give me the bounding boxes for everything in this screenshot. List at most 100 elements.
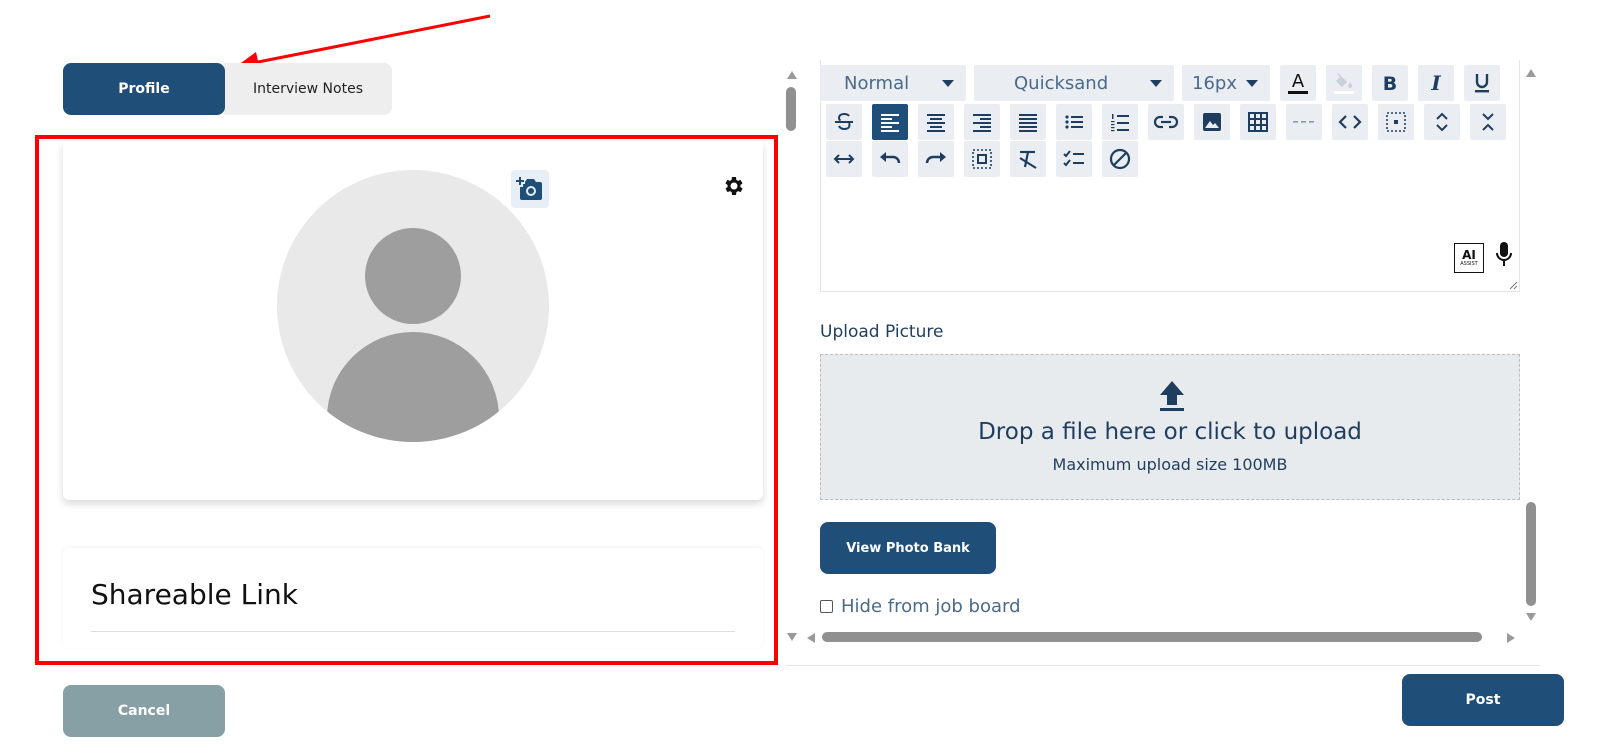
undo-button[interactable] [872,141,908,177]
code-view-button[interactable] [1332,104,1368,140]
cancel-button[interactable]: Cancel [63,685,225,737]
tab-profile-label: Profile [118,81,170,97]
bullet-list-icon [1065,115,1083,129]
align-left-icon [881,114,899,132]
text-color-button[interactable]: A [1280,65,1316,101]
paragraph-style-value: Normal [844,72,910,94]
paint-bucket-icon [1334,73,1354,94]
bold-icon: B [1383,73,1397,93]
redo-button[interactable] [918,141,954,177]
upload-icon [1160,381,1184,411]
scroll-down-arrow-right[interactable] [1525,612,1537,622]
select-all-icon [1386,112,1406,132]
upload-picture-label: Upload Picture [820,322,944,342]
horizontal-rule-icon [1293,121,1314,123]
svg-text:A: A [1292,71,1305,92]
strikethrough-icon [835,112,853,131]
numbered-list-icon [1111,114,1129,132]
ai-assist-sublabel: ASSIST [1460,260,1478,267]
scroll-left-arrow[interactable] [806,632,816,644]
tab-interview-notes[interactable]: Interview Notes [224,63,392,115]
tab-profile[interactable]: Profile [63,63,225,115]
footer-divider [786,665,1540,666]
view-photo-bank-button[interactable]: View Photo Bank [820,522,996,574]
font-family-select[interactable]: Quicksand [974,65,1174,101]
paragraph-style-select[interactable]: Normal [820,65,966,101]
bold-button[interactable]: B [1372,65,1408,101]
svg-text:B: B [1383,73,1397,93]
align-justify-icon [1019,114,1037,132]
align-center-button[interactable] [918,104,954,140]
bullet-list-button[interactable] [1056,104,1092,140]
upload-drop-text: Drop a file here or click to upload [978,419,1362,445]
font-size-value: 16px [1192,72,1237,94]
arrows-horizontal-icon [833,154,855,164]
hide-from-job-board-checkbox[interactable] [820,600,833,613]
annotation-highlight-box [35,135,778,665]
tab-interview-notes-label: Interview Notes [253,81,363,97]
resize-handle-icon[interactable] [1508,280,1518,290]
chevron-down-icon [942,79,954,87]
view-photo-bank-label: View Photo Bank [846,540,970,556]
numbered-list-button[interactable] [1102,104,1138,140]
microphone-icon[interactable] [1494,240,1514,270]
collapse-button[interactable] [1470,104,1506,140]
hide-from-job-board-row: Hide from job board [820,596,1021,617]
block-icon [1109,148,1131,170]
checklist-icon [1063,150,1084,167]
align-right-icon [973,114,991,132]
font-size-select[interactable]: 16px [1182,65,1270,101]
unfold-icon [1436,112,1448,132]
ai-assist-button[interactable]: AI ASSIST [1454,243,1484,273]
block-button[interactable] [1102,141,1138,177]
insert-link-button[interactable] [1148,104,1184,140]
clear-format-icon [1019,150,1037,169]
italic-button[interactable]: I [1418,65,1454,101]
table-icon [1248,112,1268,132]
horizontal-rule-button[interactable] [1286,104,1322,140]
scroll-down-arrow-left[interactable] [786,632,798,642]
align-left-button[interactable] [872,104,908,140]
insert-table-button[interactable] [1240,104,1276,140]
horizontal-scrollbar-thumb[interactable] [822,632,1482,642]
strikethrough-button[interactable] [826,104,862,140]
italic-icon: I [1430,73,1441,93]
full-width-button[interactable] [826,141,862,177]
checklist-button[interactable] [1056,141,1092,177]
scroll-right-arrow[interactable] [1506,632,1516,644]
redo-icon [925,152,946,164]
ai-assist-label: AI [1462,247,1476,262]
post-button[interactable]: Post [1402,674,1564,726]
clear-formatting-button[interactable] [1010,141,1046,177]
insert-image-button[interactable] [1194,104,1230,140]
code-icon [1338,115,1362,129]
chevron-down-icon [1246,79,1258,87]
underline-icon [1475,74,1489,93]
scroll-up-arrow-right[interactable] [1525,68,1537,78]
fullscreen-button[interactable] [964,141,1000,177]
image-icon [1203,113,1221,131]
upload-dropzone[interactable]: Drop a file here or click to upload Maxi… [820,354,1520,500]
select-all-button[interactable] [1378,104,1414,140]
chevron-down-icon [1150,79,1162,87]
svg-text:I: I [1430,73,1441,93]
align-center-icon [927,114,945,132]
underline-button[interactable] [1464,65,1500,101]
align-justify-button[interactable] [1010,104,1046,140]
expand-button[interactable] [1424,104,1460,140]
vertical-scrollbar-right-thumb[interactable] [1526,502,1536,606]
align-right-button[interactable] [964,104,1000,140]
link-icon [1153,115,1179,129]
vertical-scrollbar-left-thumb[interactable] [786,87,796,131]
scroll-up-arrow-left[interactable] [786,70,798,80]
hide-from-job-board-label: Hide from job board [841,596,1021,617]
fold-icon [1482,113,1494,131]
upload-max-size: Maximum upload size 100MB [1052,455,1288,474]
undo-icon [880,152,901,164]
cancel-label: Cancel [117,703,171,719]
post-label: Post [1465,692,1501,708]
font-family-value: Quicksand [1014,72,1109,94]
highlight-color-button[interactable] [1326,65,1362,101]
fullscreen-icon [972,149,992,169]
text-color-icon: A [1288,71,1308,94]
